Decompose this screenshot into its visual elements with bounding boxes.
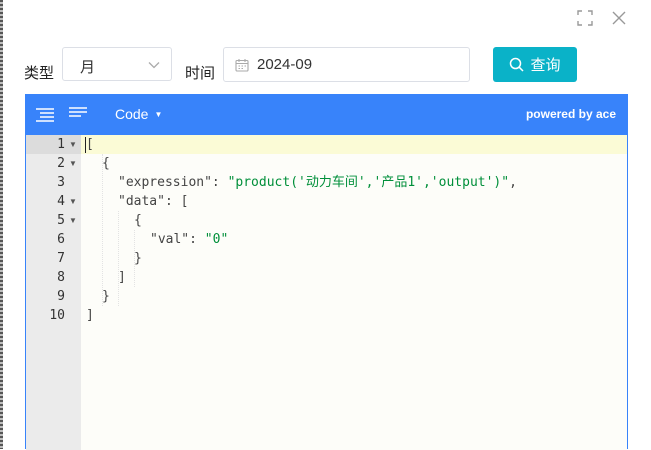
code-line: "data": [	[118, 194, 189, 209]
line-number: 7	[57, 251, 65, 266]
powered-by-label: powered by ace	[525, 107, 616, 121]
indent-guide	[102, 154, 103, 306]
line-number: 9	[57, 289, 65, 304]
fold-toggle-icon[interactable]: ▼	[69, 192, 77, 211]
line-number: 10	[49, 308, 65, 323]
type-select[interactable]: 月	[62, 47, 172, 81]
code-line: "val": "0"	[150, 232, 229, 247]
line-number: 6	[57, 232, 65, 247]
code-line: "expression": "product('动力车间','产品1','out…	[118, 175, 517, 190]
code-line: {	[134, 213, 142, 228]
line-number: 2	[57, 156, 65, 171]
format-icon[interactable]	[35, 105, 55, 125]
chevron-down-icon	[148, 62, 160, 69]
search-icon	[510, 57, 525, 72]
type-select-value: 月	[80, 59, 96, 76]
maximize-icon	[577, 10, 593, 26]
query-dialog: 类型 月 时间 2024-09 查询 Code ▼ powered by ace…	[3, 0, 651, 450]
code-line: ]	[86, 308, 94, 323]
code-area[interactable]: 1 2 3 4 5 6 7 8 9 10 ▼ ▼ ▼ ▼ [ { "expres…	[26, 135, 627, 450]
maximize-button[interactable]	[576, 9, 594, 27]
code-line: ]	[118, 270, 126, 285]
line-number: 5	[57, 213, 65, 228]
date-picker-input[interactable]: 2024-09	[223, 47, 470, 82]
json-editor: Code ▼ powered by ace 1 2 3 4 5 6 7 8 9 1…	[25, 94, 628, 450]
editor-menu-bar: Code ▼ powered by ace	[26, 95, 627, 135]
close-icon	[612, 11, 626, 25]
fold-toggle-icon[interactable]: ▼	[69, 211, 77, 230]
code-line: [	[86, 137, 94, 152]
code-line: {	[102, 156, 110, 171]
mode-dropdown[interactable]: Code ▼	[115, 106, 162, 122]
fold-toggle-icon[interactable]: ▼	[69, 154, 77, 173]
code-line: }	[102, 289, 110, 304]
time-label: 时间	[185, 65, 216, 82]
line-number: 4	[57, 194, 65, 209]
line-number: 8	[57, 270, 65, 285]
mode-dropdown-label: Code	[115, 106, 149, 122]
calendar-icon	[235, 59, 249, 72]
fold-toggle-icon[interactable]: ▼	[69, 135, 77, 154]
caret-down-icon: ▼	[154, 110, 163, 119]
date-value: 2024-09	[257, 56, 313, 73]
active-line-highlight	[26, 135, 627, 154]
line-number: 3	[57, 175, 65, 190]
code-line: }	[134, 251, 142, 266]
query-button[interactable]: 查询	[493, 47, 577, 82]
type-label: 类型	[24, 65, 55, 82]
compact-icon[interactable]	[68, 105, 88, 125]
close-button[interactable]	[610, 9, 628, 27]
line-number: 1	[57, 137, 65, 152]
indent-guide	[118, 211, 119, 306]
query-button-label: 查询	[530, 57, 561, 74]
